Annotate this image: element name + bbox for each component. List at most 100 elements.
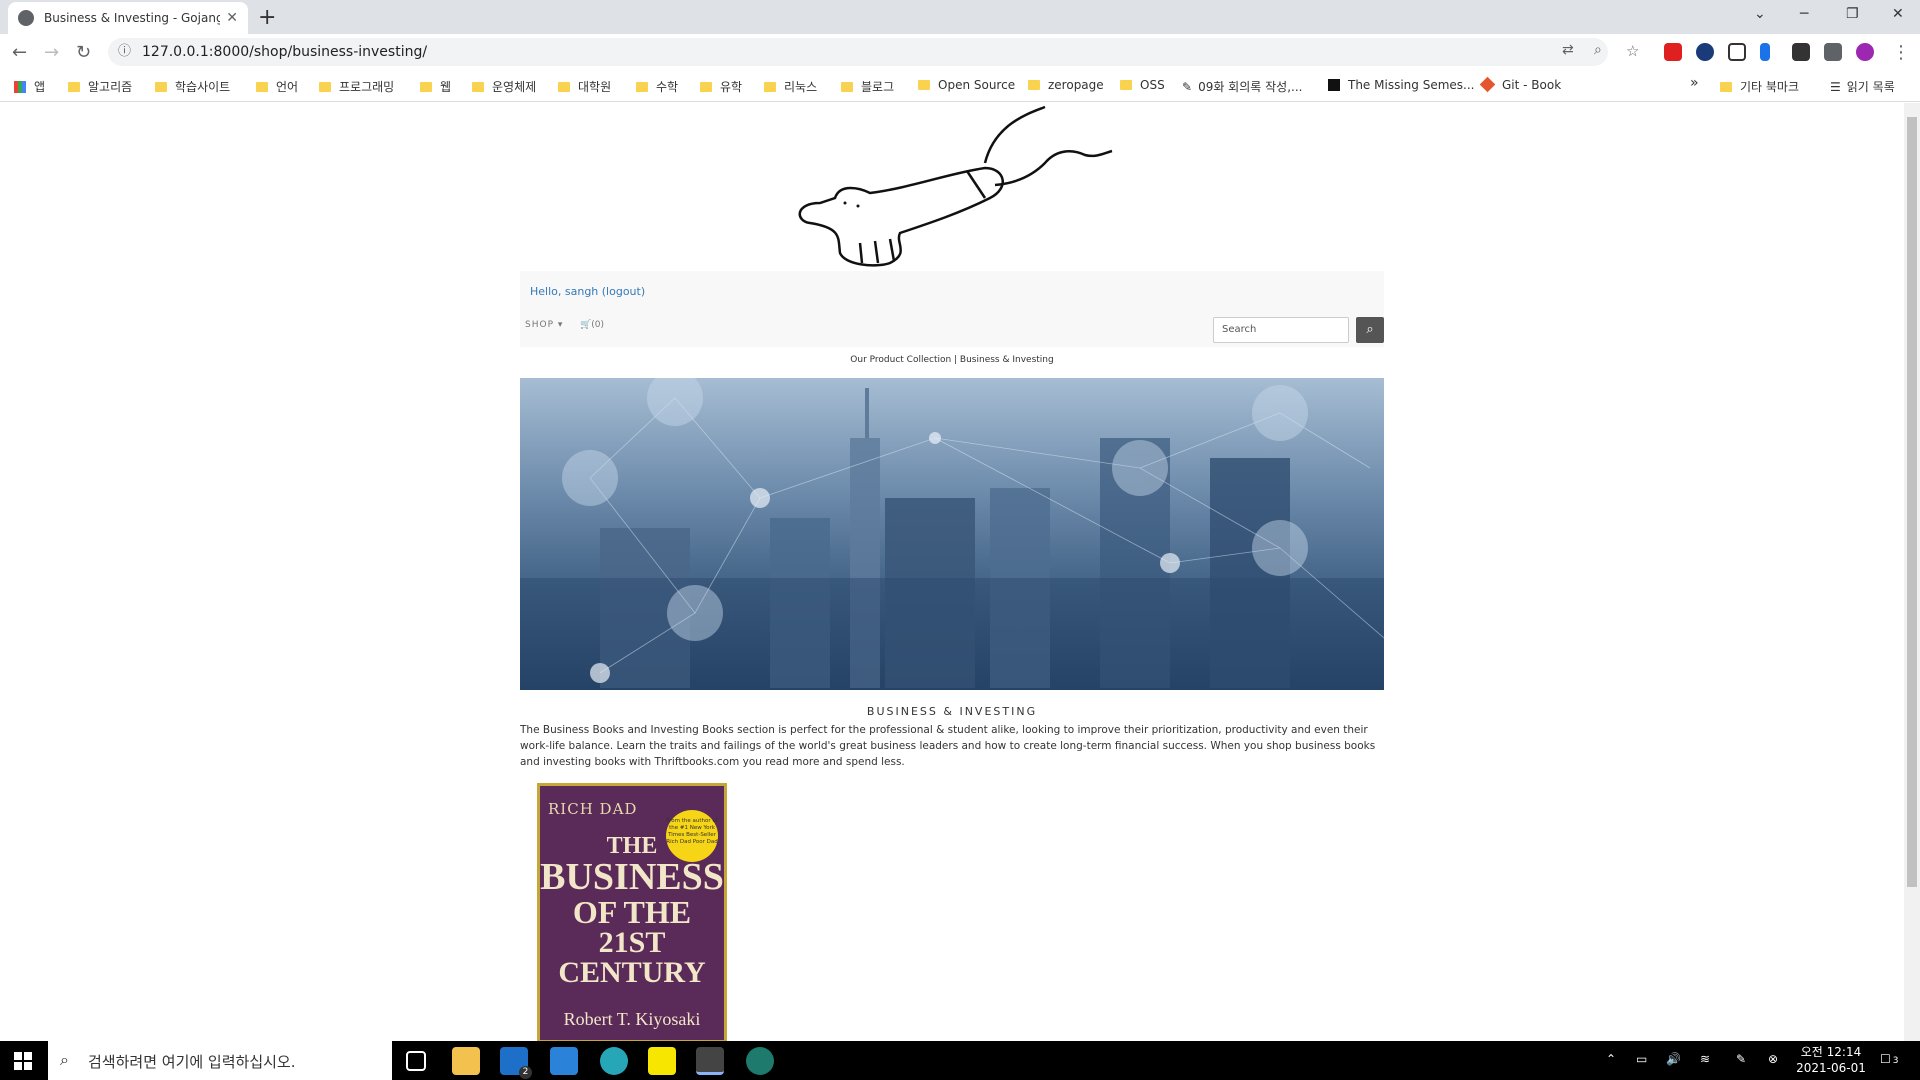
folder-icon	[764, 82, 776, 92]
folder-icon	[558, 82, 570, 92]
city-network-illustration	[520, 378, 1384, 690]
bookmark-apps[interactable]: 앱	[14, 78, 45, 95]
zoom-icon[interactable]: ⌕	[1594, 42, 1602, 58]
bookmark-item[interactable]: 알고리즘	[68, 78, 132, 95]
volume-icon[interactable]: 🔊	[1666, 1052, 1681, 1066]
cart-link[interactable]: 🛒(0)	[580, 320, 604, 330]
windows-start-icon[interactable]	[14, 1052, 32, 1070]
task-view-icon[interactable]	[406, 1051, 426, 1071]
git-icon	[1479, 76, 1496, 93]
reading-list-icon: ☰	[1830, 80, 1841, 94]
bookmark-item[interactable]: 수학	[636, 78, 678, 95]
audio-extension-icon[interactable]	[1760, 43, 1770, 61]
folder-icon	[841, 82, 853, 92]
bookmark-item[interactable]: The Missing Semes...	[1328, 78, 1474, 92]
youtube-extension-icon[interactable]	[1664, 43, 1682, 61]
bookmark-item[interactable]: zeropage	[1028, 78, 1104, 92]
reading-list[interactable]: ☰ 읽기 목록	[1830, 78, 1895, 95]
edge-icon[interactable]	[600, 1047, 628, 1075]
chrome-icon[interactable]	[696, 1047, 724, 1075]
scrollbar-thumb[interactable]	[1907, 117, 1917, 887]
pen-tray-icon[interactable]: ✎	[1736, 1052, 1746, 1066]
other-bookmarks[interactable]: 기타 북마크	[1720, 78, 1799, 95]
shop-dropdown[interactable]: SHOP ▾	[525, 320, 563, 330]
book-author: Robert T. Kiyosaki	[563, 1009, 701, 1029]
bookmark-item[interactable]: 블로그	[841, 78, 894, 95]
folder-icon	[472, 82, 484, 92]
folder-icon	[1120, 80, 1132, 90]
restore-button[interactable]: ❐	[1846, 6, 1859, 22]
notifications-icon[interactable]: ☐ 3	[1880, 1052, 1899, 1066]
input-method-icon[interactable]: ⊗	[1768, 1052, 1778, 1066]
tab-search-icon[interactable]: ⌄	[1754, 6, 1766, 22]
new-tab-button[interactable]: +	[258, 5, 276, 30]
bookmark-item[interactable]: 학습사이트	[155, 78, 230, 95]
wifi-icon[interactable]: ≋	[1700, 1052, 1710, 1066]
vscode-icon[interactable]	[550, 1047, 578, 1075]
cart-icon: 🛒	[580, 320, 592, 330]
bookmark-item[interactable]: 프로그래밍	[319, 78, 394, 95]
pen-icon: ✎	[1182, 80, 1193, 94]
page-content: Hello, sangh (logout) SHOP ▾ 🛒(0) Search…	[0, 103, 1904, 1041]
bookmark-item[interactable]: 언어	[256, 78, 298, 95]
category-banner-image	[520, 378, 1384, 690]
page-scrollbar[interactable]	[1904, 103, 1920, 1041]
info-icon[interactable]: ⓘ	[118, 38, 131, 66]
terminal-icon	[1328, 79, 1340, 91]
browser-toolbar: ← → ↻ ⓘ 127.0.0.1:8000/shop/business-inv…	[0, 34, 1920, 70]
minimize-button[interactable]: ─	[1800, 6, 1808, 22]
tab-strip: Business & Investing - Gojangn ✕ + ⌄ ─ ❐…	[0, 0, 1920, 34]
bookmark-item[interactable]: ✎ 09화 회의록 작성,...	[1182, 78, 1302, 95]
folder-icon	[256, 82, 268, 92]
taskbar-search-input[interactable]: ⌕ 검색하려면 여기에 입력하십시오.	[48, 1041, 392, 1080]
folder-icon	[1028, 80, 1040, 90]
book-cover-link[interactable]: RICH DAD From the author of the #1 New Y…	[537, 783, 727, 1041]
reload-icon[interactable]: ↻	[76, 42, 91, 63]
picture-extension-icon[interactable]	[1728, 43, 1746, 61]
folder-icon	[1720, 82, 1732, 92]
close-tab-icon[interactable]: ✕	[226, 10, 238, 26]
bookmark-item[interactable]: Git - Book	[1479, 76, 1561, 93]
folder-icon	[700, 82, 712, 92]
anaconda-icon[interactable]	[746, 1047, 774, 1075]
bookmark-item[interactable]: OSS	[1120, 78, 1165, 92]
tray-expand-icon[interactable]: ⌃	[1606, 1052, 1616, 1066]
battery-icon[interactable]: ▭	[1636, 1052, 1647, 1066]
close-window-button[interactable]: ✕	[1892, 6, 1904, 22]
bookmark-item[interactable]: Open Source	[918, 78, 1015, 92]
search-input[interactable]: Search	[1213, 317, 1349, 343]
category-heading: BUSINESS & INVESTING	[866, 705, 1038, 718]
greeting-logout-link[interactable]: Hello, sangh (logout)	[530, 285, 645, 298]
address-bar[interactable]: ⓘ 127.0.0.1:8000/shop/business-investing…	[108, 38, 1608, 66]
forward-icon[interactable]: →	[44, 42, 59, 63]
bookmark-item[interactable]: 대학원	[558, 78, 611, 95]
bookmark-item[interactable]: 운영체제	[472, 78, 536, 95]
folder-icon	[319, 82, 331, 92]
browser-tab[interactable]: Business & Investing - Gojangn ✕	[8, 2, 248, 34]
translate-icon[interactable]: ⇄	[1562, 42, 1574, 58]
box-extension-icon[interactable]	[1792, 43, 1810, 61]
puzzle-icon[interactable]	[1824, 43, 1842, 61]
bookmarks-overflow[interactable]: »	[1690, 75, 1699, 91]
bookmark-item[interactable]: 유학	[700, 78, 742, 95]
search-icon: ⌕	[60, 1050, 69, 1069]
system-clock[interactable]: 오전 12:14 2021-06-01	[1786, 1044, 1876, 1076]
folder-icon	[68, 82, 80, 92]
file-explorer-icon[interactable]	[452, 1047, 480, 1075]
search-button[interactable]: ⌕	[1356, 317, 1384, 343]
kakaotalk-icon[interactable]	[648, 1047, 676, 1075]
bookmark-item[interactable]: 웹	[420, 78, 451, 95]
folder-icon	[420, 82, 432, 92]
profile-avatar[interactable]	[1856, 43, 1874, 61]
bookmark-star-icon[interactable]: ☆	[1626, 42, 1639, 60]
menu-icon[interactable]: ⋮	[1892, 42, 1910, 63]
bookmark-item[interactable]: 리눅스	[764, 78, 817, 95]
site-logo[interactable]	[790, 103, 1113, 271]
folder-icon	[918, 80, 930, 90]
mail-icon[interactable]: 2	[500, 1047, 532, 1079]
url-text: 127.0.0.1:8000/shop/business-investing/	[142, 44, 428, 60]
apps-grid-icon	[14, 81, 26, 93]
back-icon[interactable]: ←	[12, 42, 27, 63]
search-icon: ⌕	[1366, 322, 1374, 337]
check-extension-icon[interactable]	[1696, 43, 1714, 61]
